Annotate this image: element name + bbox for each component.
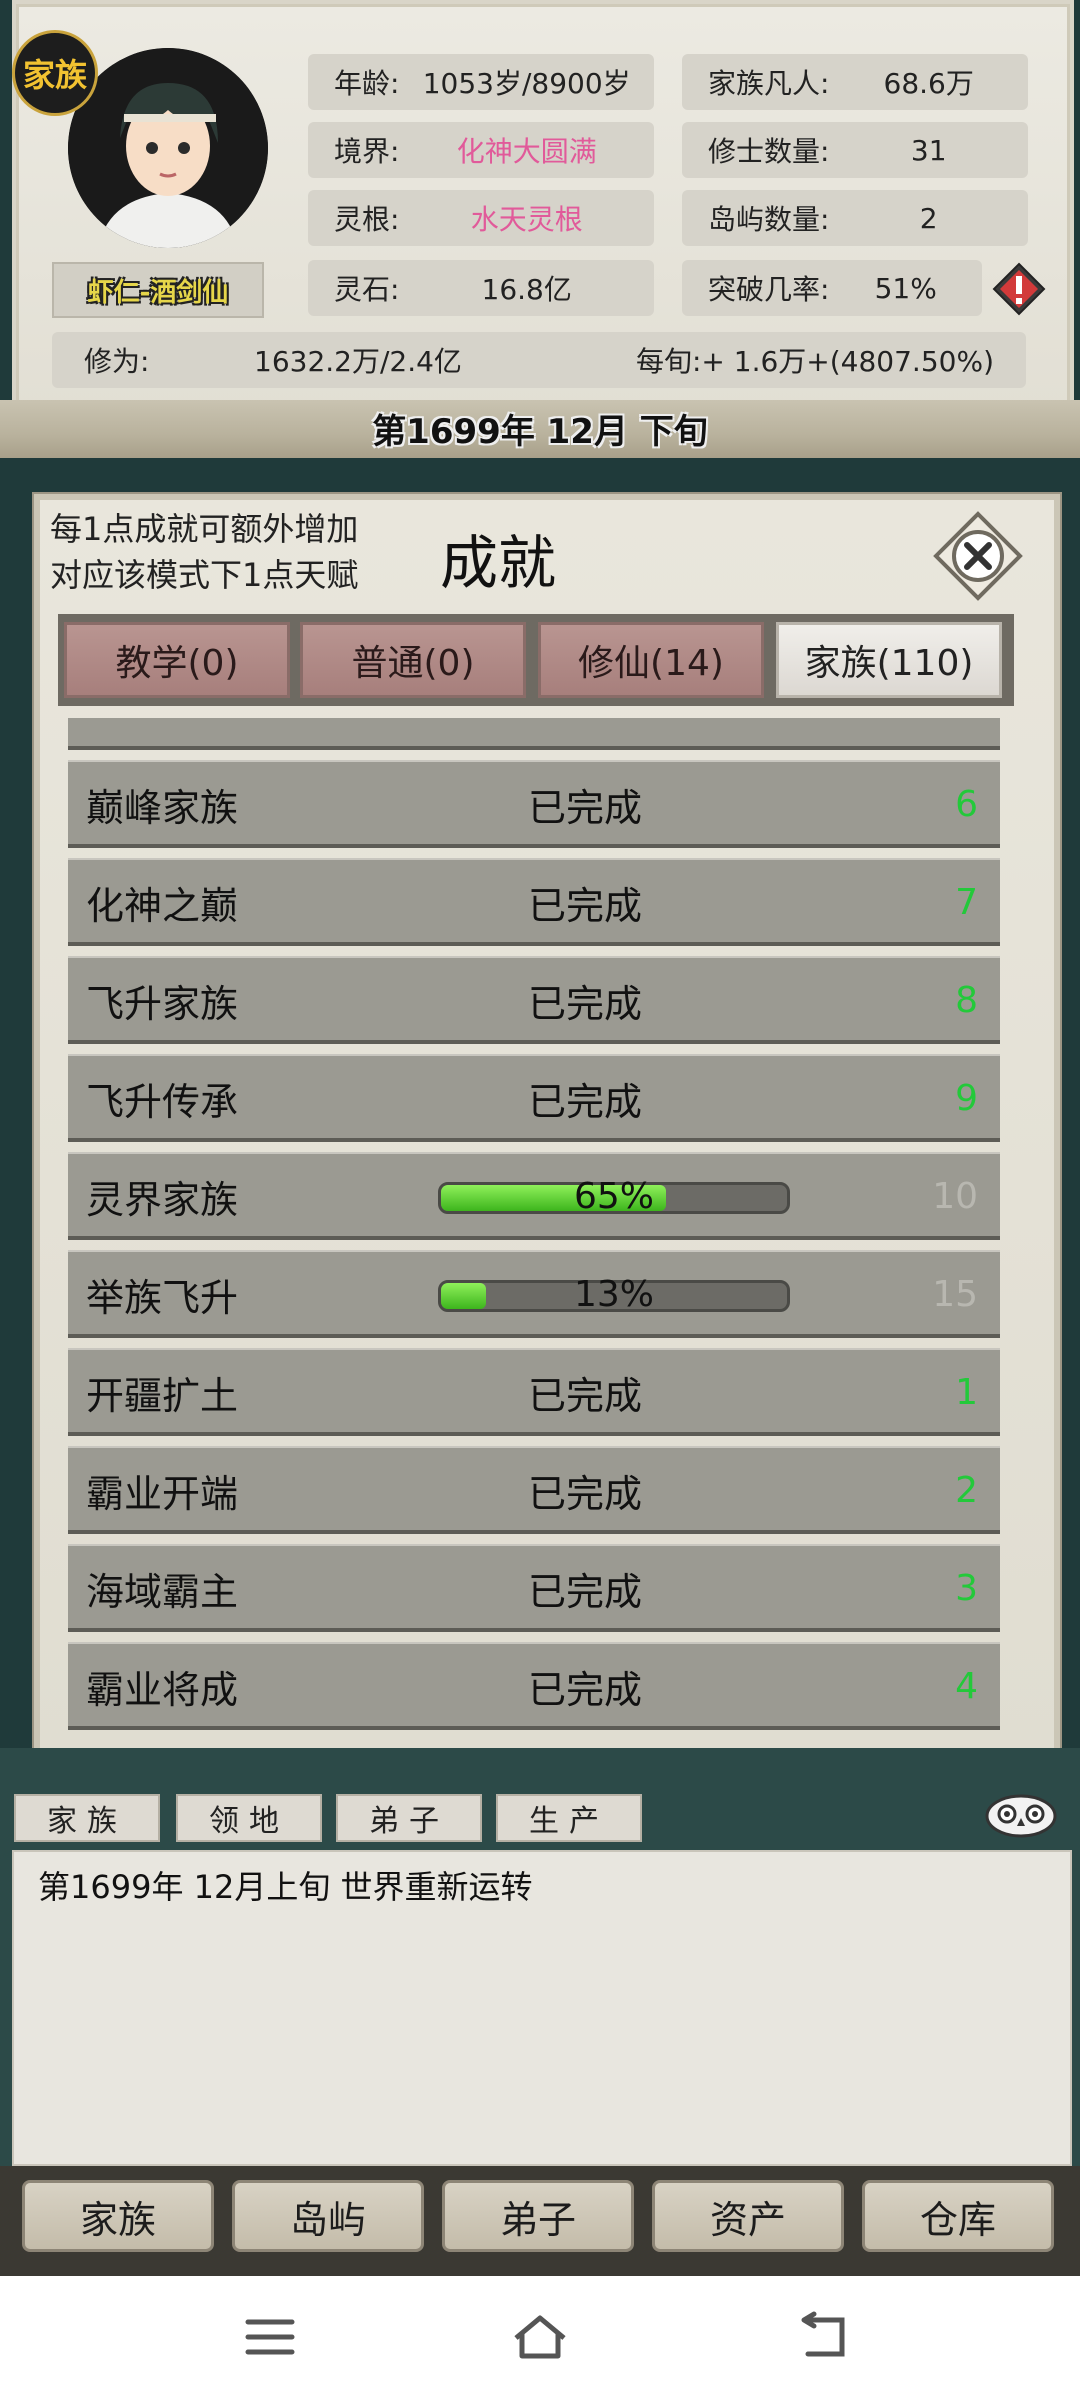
- stat-label: 家族凡人:: [708, 67, 830, 100]
- stat-breakthrough: 突破几率: 51%: [682, 260, 982, 316]
- achievement-name: 霸业开端: [86, 1471, 239, 1516]
- progress-text: 13%: [573, 1274, 654, 1315]
- cultivation-value: 1632.2万/2.4亿: [254, 345, 462, 378]
- achievement-name: 开疆扩土: [86, 1373, 239, 1418]
- per-turn-gain: 每旬:+ 1.6万+(4807.50%): [635, 345, 994, 378]
- hint-line-2: 对应该模式下1点天赋: [50, 556, 359, 594]
- achievement-name: 霸业将成: [86, 1667, 239, 1712]
- date-banner: 第1699年 12月 下旬: [372, 411, 708, 452]
- achievement-status: 已完成: [527, 1079, 642, 1124]
- stat-label: 岛屿数量:: [708, 203, 830, 236]
- list-item[interactable]: 开疆扩土 已完成 1: [68, 1348, 1000, 1436]
- list-item[interactable]: 化神之巅 已完成 7: [68, 858, 1000, 946]
- achievement-status: 已完成: [527, 1667, 642, 1712]
- close-icon[interactable]: [932, 510, 1024, 602]
- cultivation-label: 修为:: [84, 345, 150, 378]
- log-entry: 第1699年 12月上旬 世界重新运转: [38, 1868, 533, 1906]
- list-item[interactable]: 飞升家族 已完成 8: [68, 956, 1000, 1044]
- warning-icon[interactable]: [992, 262, 1046, 316]
- list-item[interactable]: 霸业将成 已完成 4: [68, 1642, 1000, 1730]
- stat-label: 境界:: [334, 135, 400, 168]
- tab-teaching[interactable]: 教学(0): [64, 622, 290, 698]
- stat-value: 2: [919, 201, 938, 235]
- stat-label: 年龄:: [334, 67, 400, 100]
- stat-value: 68.6万: [883, 67, 974, 100]
- stat-islands: 岛屿数量: 2: [682, 190, 1028, 246]
- stat-label: 突破几率:: [708, 273, 830, 306]
- tab-cultivation[interactable]: 修仙(14): [538, 622, 764, 698]
- log-tab-territory[interactable]: 领地: [176, 1794, 322, 1842]
- achievement-reward: 8: [955, 979, 978, 1021]
- achievement-reward: 1: [955, 1371, 978, 1413]
- character-portrait-icon: [68, 48, 268, 248]
- nav-disciples-button[interactable]: 弟子: [442, 2180, 634, 2252]
- avatar[interactable]: [68, 48, 268, 248]
- achievement-reward: 15: [932, 1273, 978, 1315]
- achievement-list[interactable]: 巅峰家族 已完成 6 化神之巅 已完成 7 飞升家族 已完成 8 飞升传承 已完成 9 灵界家族 65% 1…: [68, 718, 1000, 1730]
- log-tab-production[interactable]: 生产: [496, 1794, 642, 1842]
- stat-value: 水天灵根: [470, 203, 583, 236]
- dialog-hint: 每1点成就可额外增加 对应该模式下1点天赋: [50, 506, 358, 598]
- achievement-name: 巅峰家族: [86, 785, 239, 830]
- clan-badge[interactable]: 家族: [12, 30, 98, 116]
- achievement-reward: 9: [955, 1077, 978, 1119]
- achievement-reward: 4: [955, 1665, 978, 1707]
- list-item[interactable]: 海域霸主 已完成 3: [68, 1544, 1000, 1632]
- list-item[interactable]: 举族飞升 13% 15: [68, 1250, 1000, 1338]
- list-item[interactable]: 霸业开端 已完成 2: [68, 1446, 1000, 1534]
- stat-value: 16.8亿: [481, 273, 572, 306]
- log-tab-disciples[interactable]: 弟子: [336, 1794, 482, 1842]
- nav-assets-button[interactable]: 资产: [652, 2180, 844, 2252]
- stat-spirit-root: 灵根: 水天灵根: [308, 190, 654, 246]
- achievement-reward: 7: [955, 881, 978, 923]
- list-item[interactable]: 飞升传承 已完成 9: [68, 1054, 1000, 1142]
- tab-clan[interactable]: 家族(110): [776, 622, 1002, 698]
- stat-value: 51%: [874, 271, 937, 305]
- achievement-name: 举族飞升: [86, 1275, 239, 1320]
- stat-value: 31: [910, 133, 947, 167]
- stat-label: 修士数量:: [708, 135, 830, 168]
- achievement-status: 已完成: [527, 785, 642, 830]
- stat-value: 1053岁/8900岁: [422, 67, 631, 100]
- list-item-partial: [68, 718, 1000, 750]
- achievement-status: 已完成: [527, 1471, 642, 1516]
- log-tab-clan[interactable]: 家族: [14, 1794, 160, 1842]
- stat-mortals: 家族凡人: 68.6万: [682, 54, 1028, 110]
- achievement-reward: 10: [932, 1175, 978, 1217]
- nav-islands-button[interactable]: 岛屿: [232, 2180, 424, 2252]
- cultivation-bar: 修为: 1632.2万/2.4亿 每旬:+ 1.6万+(4807.50%): [52, 332, 1026, 388]
- achievement-reward: 6: [955, 783, 978, 825]
- achievement-status: 已完成: [527, 883, 642, 928]
- achievement-status: 已完成: [527, 1373, 642, 1418]
- achievement-reward: 2: [955, 1469, 978, 1511]
- stat-label: 灵根:: [334, 203, 400, 236]
- stat-label: 灵石:: [334, 273, 400, 306]
- dialog-title: 成就: [440, 529, 557, 597]
- back-icon[interactable]: [794, 2310, 854, 2364]
- achievement-name: 化神之巅: [86, 883, 239, 928]
- home-icon[interactable]: [510, 2310, 570, 2364]
- owl-icon[interactable]: [982, 1790, 1060, 1840]
- stat-spirit-stones: 灵石: 16.8亿: [308, 260, 654, 316]
- list-item[interactable]: 灵界家族 65% 10: [68, 1152, 1000, 1240]
- stat-cultivators: 修士数量: 31: [682, 122, 1028, 178]
- stat-realm: 境界: 化神大圆满: [308, 122, 654, 178]
- list-item[interactable]: 巅峰家族 已完成 6: [68, 760, 1000, 848]
- hint-line-1: 每1点成就可额外增加: [50, 510, 359, 548]
- achievement-status: 已完成: [527, 981, 642, 1026]
- player-name: 虾仁-酒剑仙: [52, 262, 264, 318]
- achievement-name: 海域霸主: [86, 1569, 239, 1614]
- achievement-status: 已完成: [527, 1569, 642, 1614]
- achievement-name: 飞升传承: [86, 1079, 239, 1124]
- nav-clan-button[interactable]: 家族: [22, 2180, 214, 2252]
- stat-age: 年龄: 1053岁/8900岁: [308, 54, 654, 110]
- progress-text: 65%: [573, 1176, 654, 1217]
- achievement-name: 灵界家族: [86, 1177, 239, 1222]
- nav-warehouse-button[interactable]: 仓库: [862, 2180, 1054, 2252]
- achievement-reward: 3: [955, 1567, 978, 1609]
- achievement-name: 飞升家族: [86, 981, 239, 1026]
- tab-normal[interactable]: 普通(0): [300, 622, 526, 698]
- stat-value: 化神大圆满: [456, 135, 597, 168]
- menu-icon[interactable]: [240, 2310, 300, 2364]
